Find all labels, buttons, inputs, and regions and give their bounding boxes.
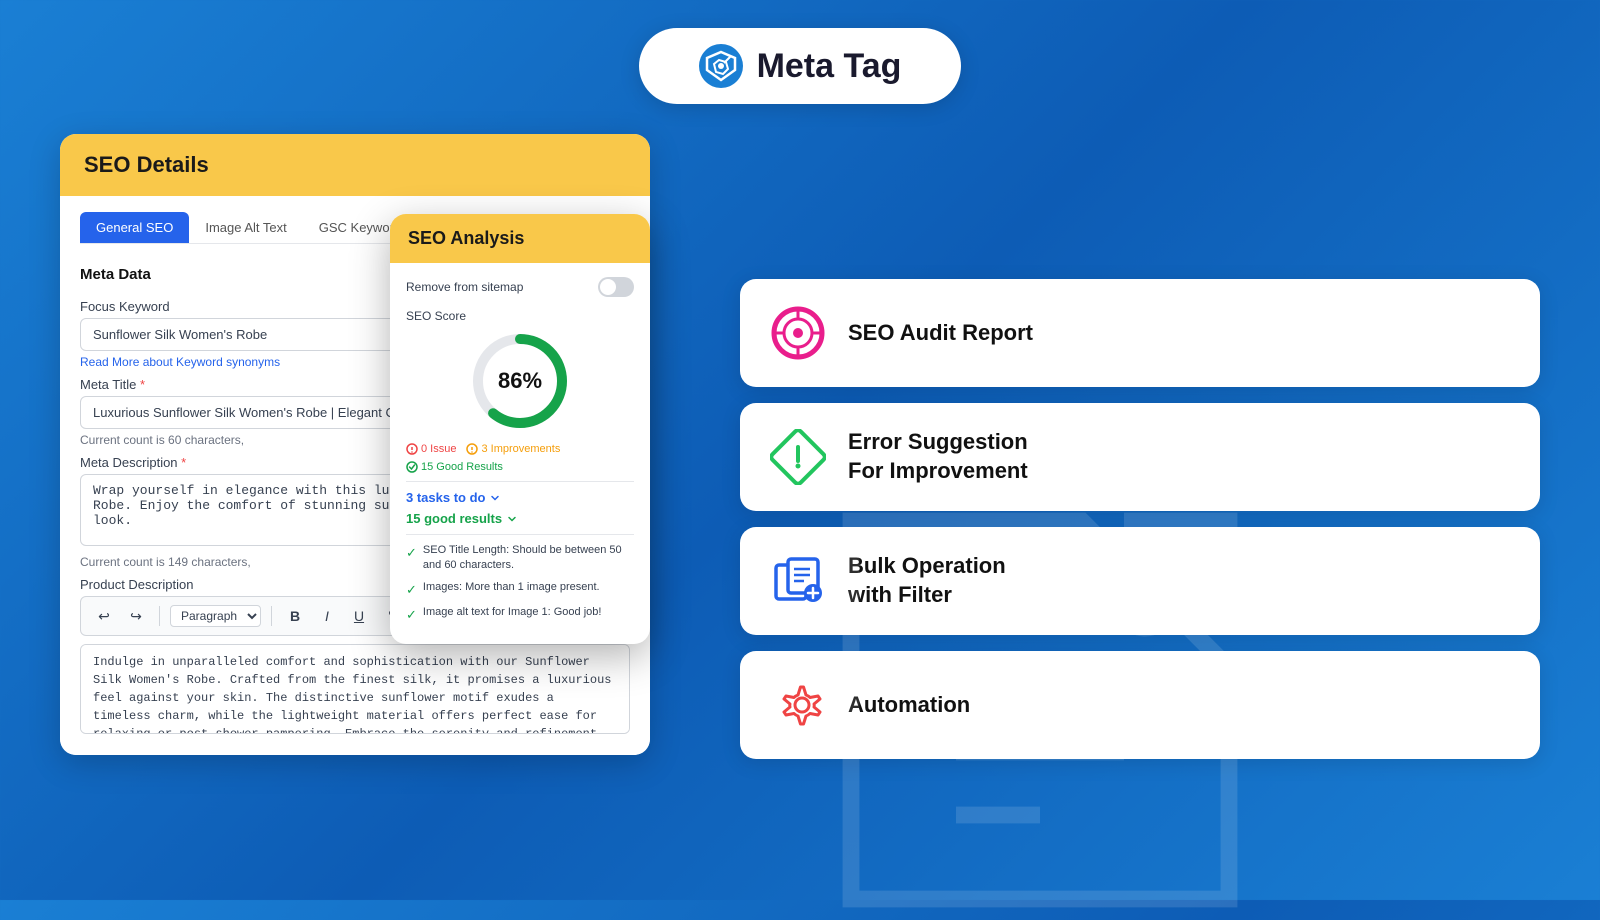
tasks-header[interactable]: 3 tasks to do (406, 490, 634, 505)
feature-title-seo-audit: SEO Audit Report (848, 319, 1033, 348)
seo-analysis-header: SEO Analysis (390, 214, 650, 263)
header: Meta Tag (0, 0, 1600, 124)
meta-data-label: Meta Data (80, 266, 151, 283)
main-content: SEO Details General SEO Image Alt Text G… (0, 124, 1600, 894)
meta-description-required: * (181, 455, 186, 470)
seo-analysis-body: Remove from sitemap SEO Score (390, 263, 650, 644)
remove-sitemap-row: Remove from sitemap (406, 277, 634, 297)
result-item-2: ✓ Images: More than 1 image present. (406, 580, 634, 599)
issue-icon (406, 443, 418, 455)
seo-analysis-title: SEO Analysis (408, 228, 524, 248)
feature-title-error: Error SuggestionFor Improvement (848, 428, 1028, 485)
divider (406, 481, 634, 482)
check-icon-1: ✓ (406, 544, 417, 562)
good-results-header[interactable]: 15 good results (406, 511, 634, 526)
seo-details-header: SEO Details (60, 134, 650, 196)
score-circle: 86% (470, 331, 570, 431)
feature-card-seo-audit[interactable]: SEO Audit Report (740, 279, 1540, 387)
divider-2 (406, 534, 634, 535)
result-item-3: ✓ Image alt text for Image 1: Good job! (406, 605, 634, 624)
italic-button[interactable]: I (314, 603, 340, 629)
bold-button[interactable]: B (282, 603, 308, 629)
header-pill: Meta Tag (639, 28, 962, 104)
seo-details-title: SEO Details (84, 152, 209, 177)
error-icon-container (768, 427, 828, 487)
error-icon (770, 429, 826, 485)
score-stats: 0 Issue 3 Improvements (406, 443, 634, 455)
automation-icon-container (768, 675, 828, 735)
left-panel: SEO Details General SEO Image Alt Text G… (60, 134, 700, 894)
improvements-stat: 3 Improvements (466, 443, 560, 455)
result-item-1: ✓ SEO Title Length: Should be between 50… (406, 543, 634, 574)
chevron-down-icon (489, 492, 501, 504)
toggle-knob (600, 279, 616, 295)
tab-image-alt[interactable]: Image Alt Text (189, 212, 302, 243)
tasks-section: 3 tasks to do 15 good results (406, 490, 634, 624)
remove-sitemap-toggle[interactable] (598, 277, 634, 297)
automation-icon (770, 677, 826, 733)
toolbar-divider-2 (271, 606, 272, 626)
bulk-icon (770, 553, 826, 609)
issues-stat: 0 Issue (406, 443, 456, 455)
audit-icon-container (768, 303, 828, 363)
underline-button[interactable]: U (346, 603, 372, 629)
chevron-down-icon-2 (506, 513, 518, 525)
paragraph-select[interactable]: Paragraph (170, 605, 261, 627)
seo-score-label: SEO Score (406, 309, 634, 323)
score-value: 86% (498, 368, 542, 394)
remove-sitemap-label: Remove from sitemap (406, 280, 523, 294)
improve-icon (466, 443, 478, 455)
audit-icon (770, 305, 826, 361)
meta-title-required: * (140, 377, 145, 392)
undo-button[interactable]: ↩ (91, 603, 117, 629)
redo-button[interactable]: ↪ (123, 603, 149, 629)
toolbar-divider-1 (159, 606, 160, 626)
bulk-icon-container (768, 551, 828, 611)
tab-general-seo[interactable]: General SEO (80, 212, 189, 243)
score-circle-container: 86% (406, 331, 634, 431)
tag-icon (699, 44, 743, 88)
good-icon (406, 461, 418, 473)
feature-card-error[interactable]: Error SuggestionFor Improvement (740, 403, 1540, 511)
seo-analysis-card: SEO Analysis Remove from sitemap SEO Sco… (390, 214, 650, 644)
good-results-stat: 15 Good Results (406, 461, 634, 473)
header-title: Meta Tag (757, 47, 902, 86)
check-icon-3: ✓ (406, 606, 417, 624)
product-description-input[interactable]: Indulge in unparalleled comfort and soph… (80, 644, 630, 734)
check-icon-2: ✓ (406, 581, 417, 599)
